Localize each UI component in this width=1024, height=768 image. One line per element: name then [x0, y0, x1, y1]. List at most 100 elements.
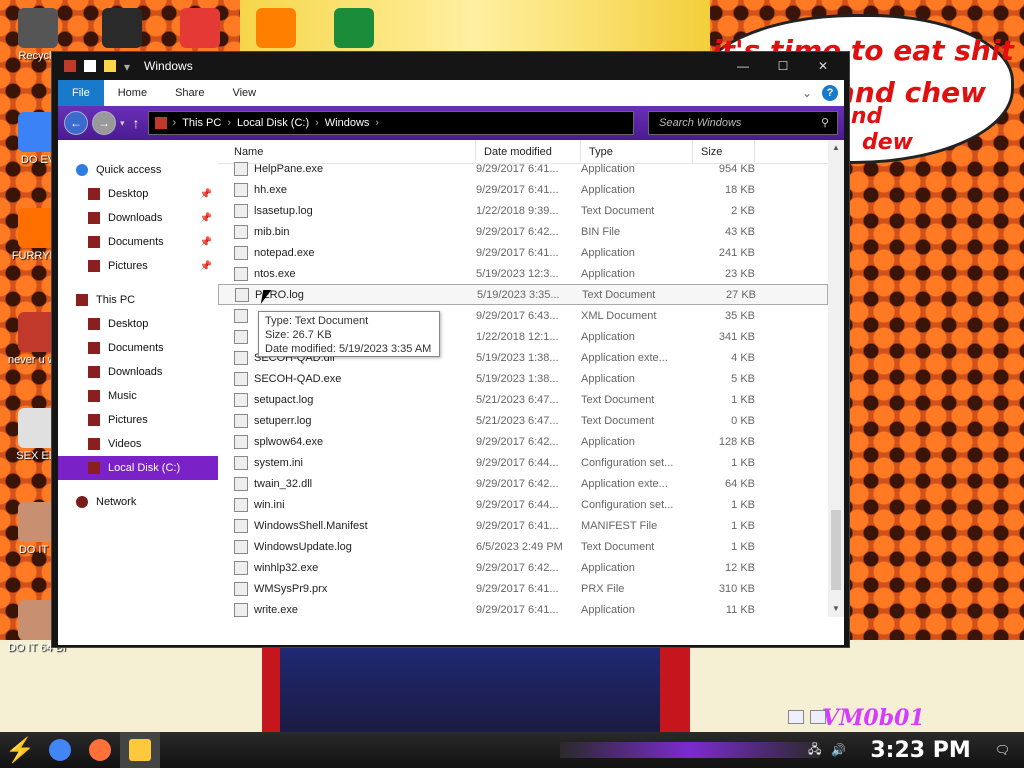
tab-home[interactable]: Home [104, 80, 161, 106]
sidebar-item[interactable]: Music [58, 384, 218, 408]
details-view-icon[interactable] [788, 710, 804, 724]
file-size: 23 KB [725, 267, 755, 280]
file-size: 35 KB [725, 309, 755, 322]
sidebar-item[interactable]: Pictures [58, 408, 218, 432]
file-row[interactable]: WMSysPr9.prx 9/29/2017 6:41... PRX File 310… [218, 578, 828, 599]
music-icon [88, 390, 100, 402]
sidebar-item[interactable]: Desktop 📌 [58, 182, 218, 206]
sidebar-item[interactable]: Downloads 📌 [58, 206, 218, 230]
file-icon [234, 476, 248, 491]
file-row[interactable]: HelpPane.exe 9/29/2017 6:41... Application… [218, 158, 828, 179]
help-icon[interactable]: ? [822, 85, 838, 101]
taskbar-app[interactable] [80, 732, 120, 768]
file-name-cell: WMSysPr9.prx [218, 581, 476, 596]
file-size: 1 KB [731, 498, 755, 511]
file-row[interactable]: hh.exe 9/29/2017 6:41... Application 18 KB [218, 179, 828, 200]
properties-icon[interactable] [84, 60, 96, 72]
file-row[interactable]: notepad.exe 9/29/2017 6:41... Application 2… [218, 242, 828, 263]
up-button[interactable]: ↑ [133, 115, 140, 131]
volume-icon[interactable]: 🔊 [831, 743, 846, 757]
sidebar-item-label: Videos [108, 438, 142, 450]
file-row[interactable]: SECOH-QAD.exe 5/19/2023 1:38... Applicatio… [218, 368, 828, 389]
customize-dropdown-icon[interactable]: ▾ [124, 60, 130, 74]
file-row[interactable]: winhlp32.exe 9/29/2017 6:42... Application… [218, 557, 828, 578]
system-tray: 🖧 🔊 3:23 PM 🗨 [808, 732, 1010, 768]
disk-icon [88, 462, 100, 474]
forward-button[interactable]: → [92, 111, 116, 135]
scroll-down-icon[interactable]: ▼ [828, 601, 844, 617]
file-type: Application [581, 561, 635, 574]
start-button[interactable]: ⚡ [0, 732, 40, 768]
sidebar-item-label: Pictures [108, 414, 148, 426]
sidebar-item[interactable]: This PC [58, 288, 218, 312]
sidebar-item[interactable]: Quick access [58, 158, 218, 182]
close-button[interactable]: ✕ [803, 54, 843, 78]
title-bar[interactable]: ▾ Windows — ☐ ✕ [52, 52, 849, 80]
search-input[interactable]: Search Windows ⚲ [648, 111, 838, 135]
scroll-up-icon[interactable]: ▲ [828, 140, 844, 156]
file-row[interactable]: PERO.log 5/19/2023 3:35... Text Document 27… [218, 284, 828, 305]
file-row[interactable]: twain_32.dll 9/29/2017 6:42... Application… [218, 473, 828, 494]
breadcrumb-windows[interactable]: Windows [325, 117, 370, 129]
file-size: 954 KB [718, 162, 755, 175]
tab-view[interactable]: View [218, 80, 270, 106]
sidebar-item[interactable]: Desktop [58, 312, 218, 336]
scrollbar-thumb[interactable] [831, 510, 841, 590]
sidebar-item[interactable]: Videos [58, 432, 218, 456]
search-icon[interactable]: ⚲ [821, 112, 829, 134]
file-type: Application [581, 435, 635, 448]
tab-share[interactable]: Share [161, 80, 218, 106]
sidebar-item[interactable]: Downloads [58, 360, 218, 384]
app-icon[interactable] [64, 60, 76, 72]
breadcrumb-separator: › [375, 117, 380, 129]
sidebar-item[interactable]: Documents 📌 [58, 230, 218, 254]
minimize-button[interactable]: — [723, 54, 763, 78]
file-date: 9/29/2017 6:42... [476, 477, 559, 490]
maximize-button[interactable]: ☐ [763, 54, 803, 78]
taskbar-app[interactable] [120, 732, 160, 768]
network-icon[interactable]: 🖧 [808, 740, 821, 761]
desktop-icon[interactable] [170, 8, 230, 50]
sidebar-item[interactable]: Network [58, 490, 218, 514]
file-name-cell: hh.exe [218, 182, 476, 197]
notifications-icon[interactable]: 🗨 [995, 743, 1010, 757]
file-type: Application [581, 603, 635, 616]
back-button[interactable]: ← [64, 111, 88, 135]
taskbar-app[interactable] [40, 732, 80, 768]
file-row[interactable]: ntos.exe 5/19/2023 12:3... Application 23 K… [218, 263, 828, 284]
file-row[interactable]: WindowsUpdate.log 6/5/2023 2:49 PM Text Do… [218, 536, 828, 557]
pin-icon: 📌 [199, 260, 212, 272]
recent-locations-icon[interactable]: ▾ [120, 118, 125, 129]
file-row[interactable]: setupact.log 5/21/2023 6:47... Text Docume… [218, 389, 828, 410]
breadcrumb-this-pc[interactable]: This PC [182, 117, 221, 129]
large-icons-view-icon[interactable] [810, 710, 826, 724]
sidebar-item[interactable]: Documents [58, 336, 218, 360]
file-row[interactable]: WindowsShell.Manifest 9/29/2017 6:41... MA… [218, 515, 828, 536]
clock[interactable]: 3:23 PM [870, 738, 970, 763]
sidebar-item[interactable]: Pictures 📌 [58, 254, 218, 278]
file-row[interactable]: setuperr.log 5/21/2023 6:47... Text Docume… [218, 410, 828, 431]
file-row[interactable]: system.ini 9/29/2017 6:44... Configuration… [218, 452, 828, 473]
file-size: 241 KB [718, 246, 755, 259]
expand-ribbon-icon[interactable]: ⌄ [802, 86, 812, 100]
bubble-text-line-4: dew [862, 130, 913, 155]
pc-icon [76, 294, 88, 306]
file-row[interactable]: mib.bin 9/29/2017 6:42... BIN File 43 KB [218, 221, 828, 242]
file-row[interactable]: win.ini 9/29/2017 6:44... Configuration se… [218, 494, 828, 515]
file-row[interactable]: splwow64.exe 9/29/2017 6:42... Application… [218, 431, 828, 452]
file-type: BIN File [581, 225, 621, 238]
desktop-icon[interactable] [92, 8, 152, 50]
desktop-icon[interactable] [246, 8, 306, 50]
vertical-scrollbar[interactable]: ▲ ▼ [828, 140, 844, 617]
sidebar-item[interactable]: Local Disk (C:) [58, 456, 218, 480]
file-name-cell: lsasetup.log [218, 203, 476, 218]
star-icon [76, 164, 88, 176]
tab-file[interactable]: File [58, 80, 104, 106]
new-folder-icon[interactable] [104, 60, 116, 72]
address-bar[interactable]: › This PC › Local Disk (C:) › Windows › [147, 111, 634, 135]
desktop-icon[interactable] [324, 8, 384, 50]
file-row[interactable]: write.exe 9/29/2017 6:41... Application 11 … [218, 599, 828, 620]
breadcrumb-local-disk[interactable]: Local Disk (C:) [237, 117, 309, 129]
file-name-cell: win.ini [218, 497, 476, 512]
file-row[interactable]: lsasetup.log 1/22/2018 9:39... Text Docume… [218, 200, 828, 221]
